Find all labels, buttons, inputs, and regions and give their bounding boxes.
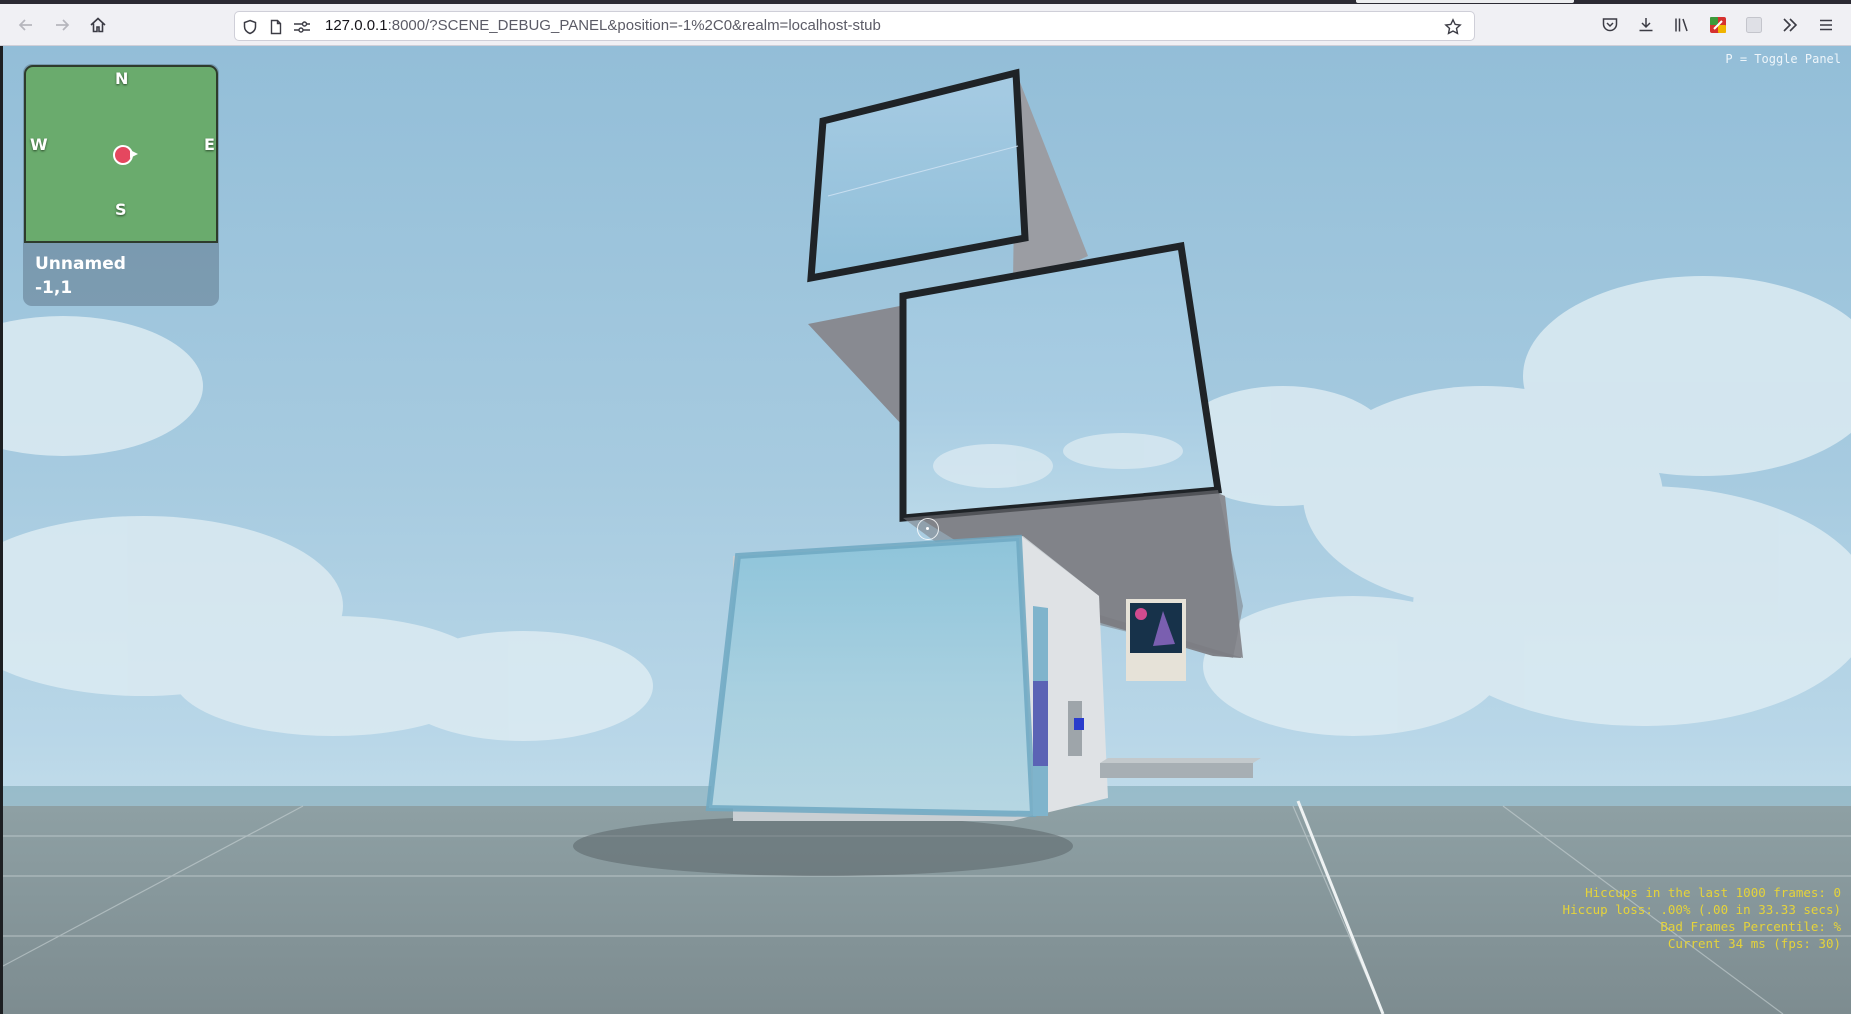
extension-icon-2[interactable] bbox=[1740, 11, 1768, 39]
browser-toolbar: 127.0.0.1:8000/?SCENE_DEBUG_PANEL&positi… bbox=[0, 4, 1851, 46]
scene-viewport[interactable]: N S E W Unnamed -1,1 P = Toggle Panel Hi… bbox=[3, 46, 1851, 1014]
extension-icon[interactable] bbox=[1704, 11, 1732, 39]
minimap-panel: N S E W Unnamed -1,1 bbox=[23, 64, 219, 306]
menu-icon[interactable] bbox=[1812, 11, 1840, 39]
overflow-chevrons-icon[interactable] bbox=[1776, 11, 1804, 39]
page-icon[interactable] bbox=[267, 18, 285, 36]
perf-hiccup-loss: Hiccup loss: .00% (.00 in 33.33 secs) bbox=[1562, 902, 1841, 917]
forward-icon[interactable] bbox=[48, 11, 76, 39]
url-bar[interactable]: 127.0.0.1:8000/?SCENE_DEBUG_PANEL&positi… bbox=[234, 11, 1475, 41]
perf-bad-frames: Bad Frames Percentile: % bbox=[1660, 919, 1841, 934]
active-tab-indicator[interactable] bbox=[1356, 0, 1574, 3]
perf-hiccups: Hiccups in the last 1000 frames: 0 bbox=[1585, 885, 1841, 900]
crosshair-icon bbox=[917, 518, 939, 540]
toggle-panel-hint: P = Toggle Panel bbox=[1725, 52, 1841, 66]
back-icon[interactable] bbox=[12, 11, 40, 39]
minimap[interactable]: N S E W bbox=[24, 65, 218, 243]
compass-north: N bbox=[115, 69, 129, 88]
scene-name: Unnamed bbox=[35, 254, 126, 274]
url-text[interactable]: 127.0.0.1:8000/?SCENE_DEBUG_PANEL&positi… bbox=[325, 12, 881, 40]
url-path: :8000/?SCENE_DEBUG_PANEL&position=-1%2C0… bbox=[387, 17, 881, 34]
perf-current: Current 34 ms (fps: 30) bbox=[1667, 936, 1841, 951]
compass-south: S bbox=[115, 200, 127, 219]
pocket-icon[interactable] bbox=[1596, 11, 1624, 39]
bookmark-star-icon[interactable] bbox=[1444, 18, 1462, 36]
shield-icon[interactable] bbox=[241, 18, 259, 36]
permissions-icon[interactable] bbox=[293, 18, 311, 36]
compass-east: E bbox=[204, 135, 215, 154]
compass-west: W bbox=[30, 135, 48, 154]
performance-overlay: Hiccups in the last 1000 frames: 0 Hiccu… bbox=[1563, 884, 1841, 952]
player-direction-icon bbox=[130, 150, 138, 158]
home-icon[interactable] bbox=[84, 11, 112, 39]
download-icon[interactable] bbox=[1632, 11, 1660, 39]
url-host: 127.0.0.1 bbox=[325, 17, 388, 34]
poster-image bbox=[1126, 599, 1186, 681]
scene-coordinates: -1,1 bbox=[35, 278, 73, 298]
library-icon[interactable] bbox=[1668, 11, 1696, 39]
